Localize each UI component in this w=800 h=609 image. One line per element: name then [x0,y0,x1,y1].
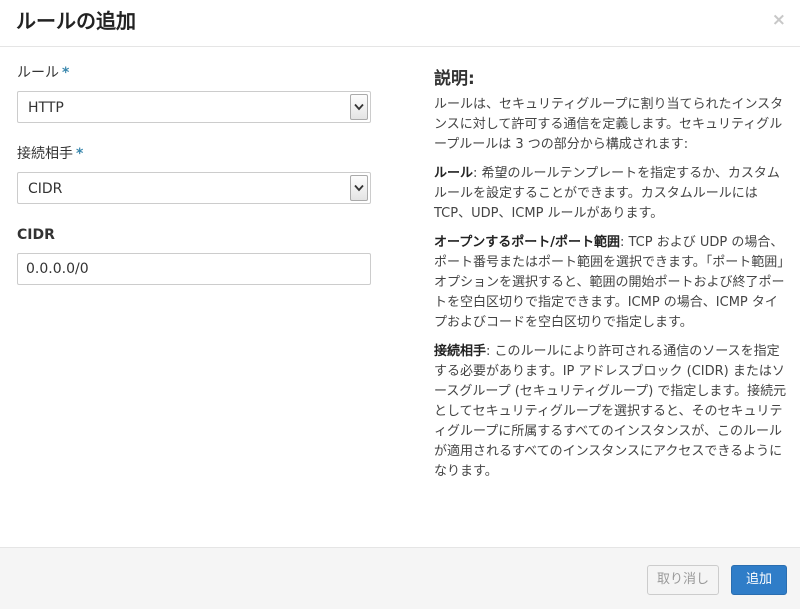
help-remote-text: : このルールにより許可される通信のソースを指定する必要があります。IP アドレ… [434,344,787,479]
help-intro: ルールは、セキュリティグループに割り当てられたインスタンスに対して許可する通信を… [434,97,784,152]
remote-label-text: 接続相手 [17,146,73,162]
rule-select[interactable]: HTTP [17,91,371,123]
help-remote-paragraph: 接続相手: このルールにより許可される通信のソースを指定する必要があります。IP… [434,342,790,482]
cidr-input[interactable] [17,253,371,285]
cidr-label: CIDR [17,227,55,243]
help-title: 説明: [434,69,475,89]
remote-select-value: CIDR [28,181,63,197]
close-icon[interactable]: × [772,10,786,30]
help-panel: 説明: ルールは、セキュリティグループに割り当てられたインスタンスに対して許可す… [434,68,790,491]
rule-form: ルール * HTTP 接続相手 * CIDR CIDR [17,64,371,285]
cancel-button[interactable]: 取り消し [647,565,719,595]
required-marker: * [62,65,70,81]
dialog-title: ルールの追加 [16,9,136,33]
help-rule-paragraph: ルール: 希望のルールテンプレートを指定するか、カスタムルールを設定することがで… [434,164,790,224]
remote-select[interactable]: CIDR [17,172,371,204]
rule-label-text: ルール [17,65,59,81]
help-rule-term: ルール [434,166,474,181]
help-port-paragraph: オープンするポート/ポート範囲: TCP および UDP の場合、ポート番号また… [434,233,790,333]
remote-label: 接続相手 * [17,145,371,163]
add-button[interactable]: 追加 [731,565,787,595]
chevron-down-icon [350,175,368,201]
chevron-down-icon [350,94,368,120]
rule-label: ルール * [17,64,371,82]
add-rule-dialog: ルールの追加 × ルール* HTTP 接続相手* CIDR CIDR 説明: ル… [0,0,800,609]
dialog-footer: 取り消し 追加 [0,547,800,609]
help-rule-text: : 希望のルールテンプレートを指定するか、カスタムルールを設定することができます… [434,166,780,221]
dialog-header: ルールの追加 × [0,0,800,47]
rule-select-value: HTTP [28,100,64,116]
help-remote-term: 接続相手 [434,344,487,359]
help-port-term: オープンするポート/ポート範囲 [434,235,620,250]
required-marker: * [76,146,84,162]
